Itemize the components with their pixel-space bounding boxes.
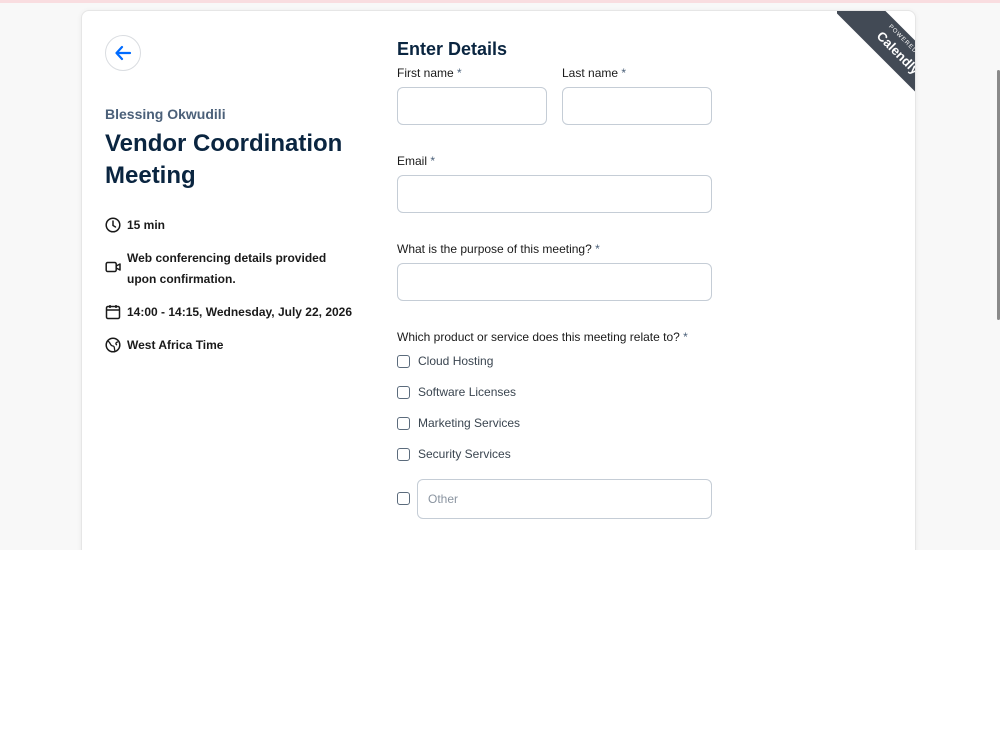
option-label: Software Licenses <box>418 385 517 399</box>
option-security-services[interactable]: Security Services <box>397 447 511 461</box>
event-timezone: West Africa Time <box>105 336 347 354</box>
back-button[interactable] <box>105 35 141 71</box>
option-software-licenses[interactable]: Software Licenses <box>397 385 516 399</box>
first-name-field[interactable] <box>397 87 547 125</box>
checkbox[interactable] <box>397 416 410 430</box>
duration-text: 15 min <box>127 218 166 232</box>
other-input[interactable] <box>417 479 712 519</box>
calendly-badge[interactable]: POWERED BY Calendly <box>837 11 916 111</box>
option-label: Cloud Hosting <box>418 354 494 368</box>
checkbox[interactable] <box>397 447 410 461</box>
event-location: Web conferencing details provided upon c… <box>105 248 347 290</box>
calendar-icon <box>105 305 121 320</box>
last-name-label-text: Last name <box>562 66 619 80</box>
globe-icon <box>105 337 121 353</box>
option-label: Marketing Services <box>418 416 521 430</box>
email-label: Email * <box>397 154 435 168</box>
email-field[interactable] <box>397 175 712 213</box>
first-name-label-text: First name <box>397 66 454 80</box>
location-text: Web conferencing details provided upon c… <box>127 251 327 286</box>
required-mark: * <box>621 66 627 80</box>
ribbon-brand: Calendly <box>873 28 916 78</box>
event-title: Vendor Coordination Meeting <box>105 130 343 189</box>
form-heading: Enter Details <box>397 39 508 59</box>
purpose-field[interactable] <box>397 263 712 301</box>
host-name: Blessing Okwudili <box>105 106 226 122</box>
timezone-text: West Africa Time <box>127 338 224 352</box>
first-name-label: First name * <box>397 66 462 80</box>
last-name-field[interactable] <box>562 87 712 125</box>
option-cloud-hosting[interactable]: Cloud Hosting <box>397 354 493 368</box>
page-viewport: Blessing Okwudili Vendor Coordination Me… <box>0 0 1000 550</box>
datetime-text: 14:00 - 14:15, Wednesday, July 22, 2026 <box>127 305 353 319</box>
required-mark: * <box>457 66 462 80</box>
purpose-label-text: What is the purpose of this meeting? <box>397 242 592 256</box>
other-checkbox[interactable] <box>397 492 410 505</box>
product-label: Which product or service does this meeti… <box>397 330 688 344</box>
product-label-text: Which product or service does this meeti… <box>397 330 680 344</box>
top-accent-line <box>0 0 1000 3</box>
booking-card: Blessing Okwudili Vendor Coordination Me… <box>81 10 916 550</box>
required-mark: * <box>430 154 436 168</box>
checkbox[interactable] <box>397 385 410 399</box>
video-camera-icon <box>105 261 121 273</box>
option-label: Security Services <box>418 447 511 461</box>
powered-by-ribbon[interactable]: POWERED BY Calendly <box>837 11 916 111</box>
required-mark: * <box>595 242 600 256</box>
last-name-label: Last name * <box>562 66 626 80</box>
purpose-label: What is the purpose of this meeting? * <box>397 242 600 256</box>
clock-icon <box>105 217 121 233</box>
event-datetime: 14:00 - 14:15, Wednesday, July 22, 2026 <box>105 303 367 321</box>
checkbox[interactable] <box>397 354 410 368</box>
option-marketing-services[interactable]: Marketing Services <box>397 416 520 430</box>
email-label-text: Email <box>397 154 428 168</box>
required-mark: * <box>683 330 688 344</box>
event-duration: 15 min <box>105 216 347 234</box>
arrow-left-icon <box>115 45 132 61</box>
